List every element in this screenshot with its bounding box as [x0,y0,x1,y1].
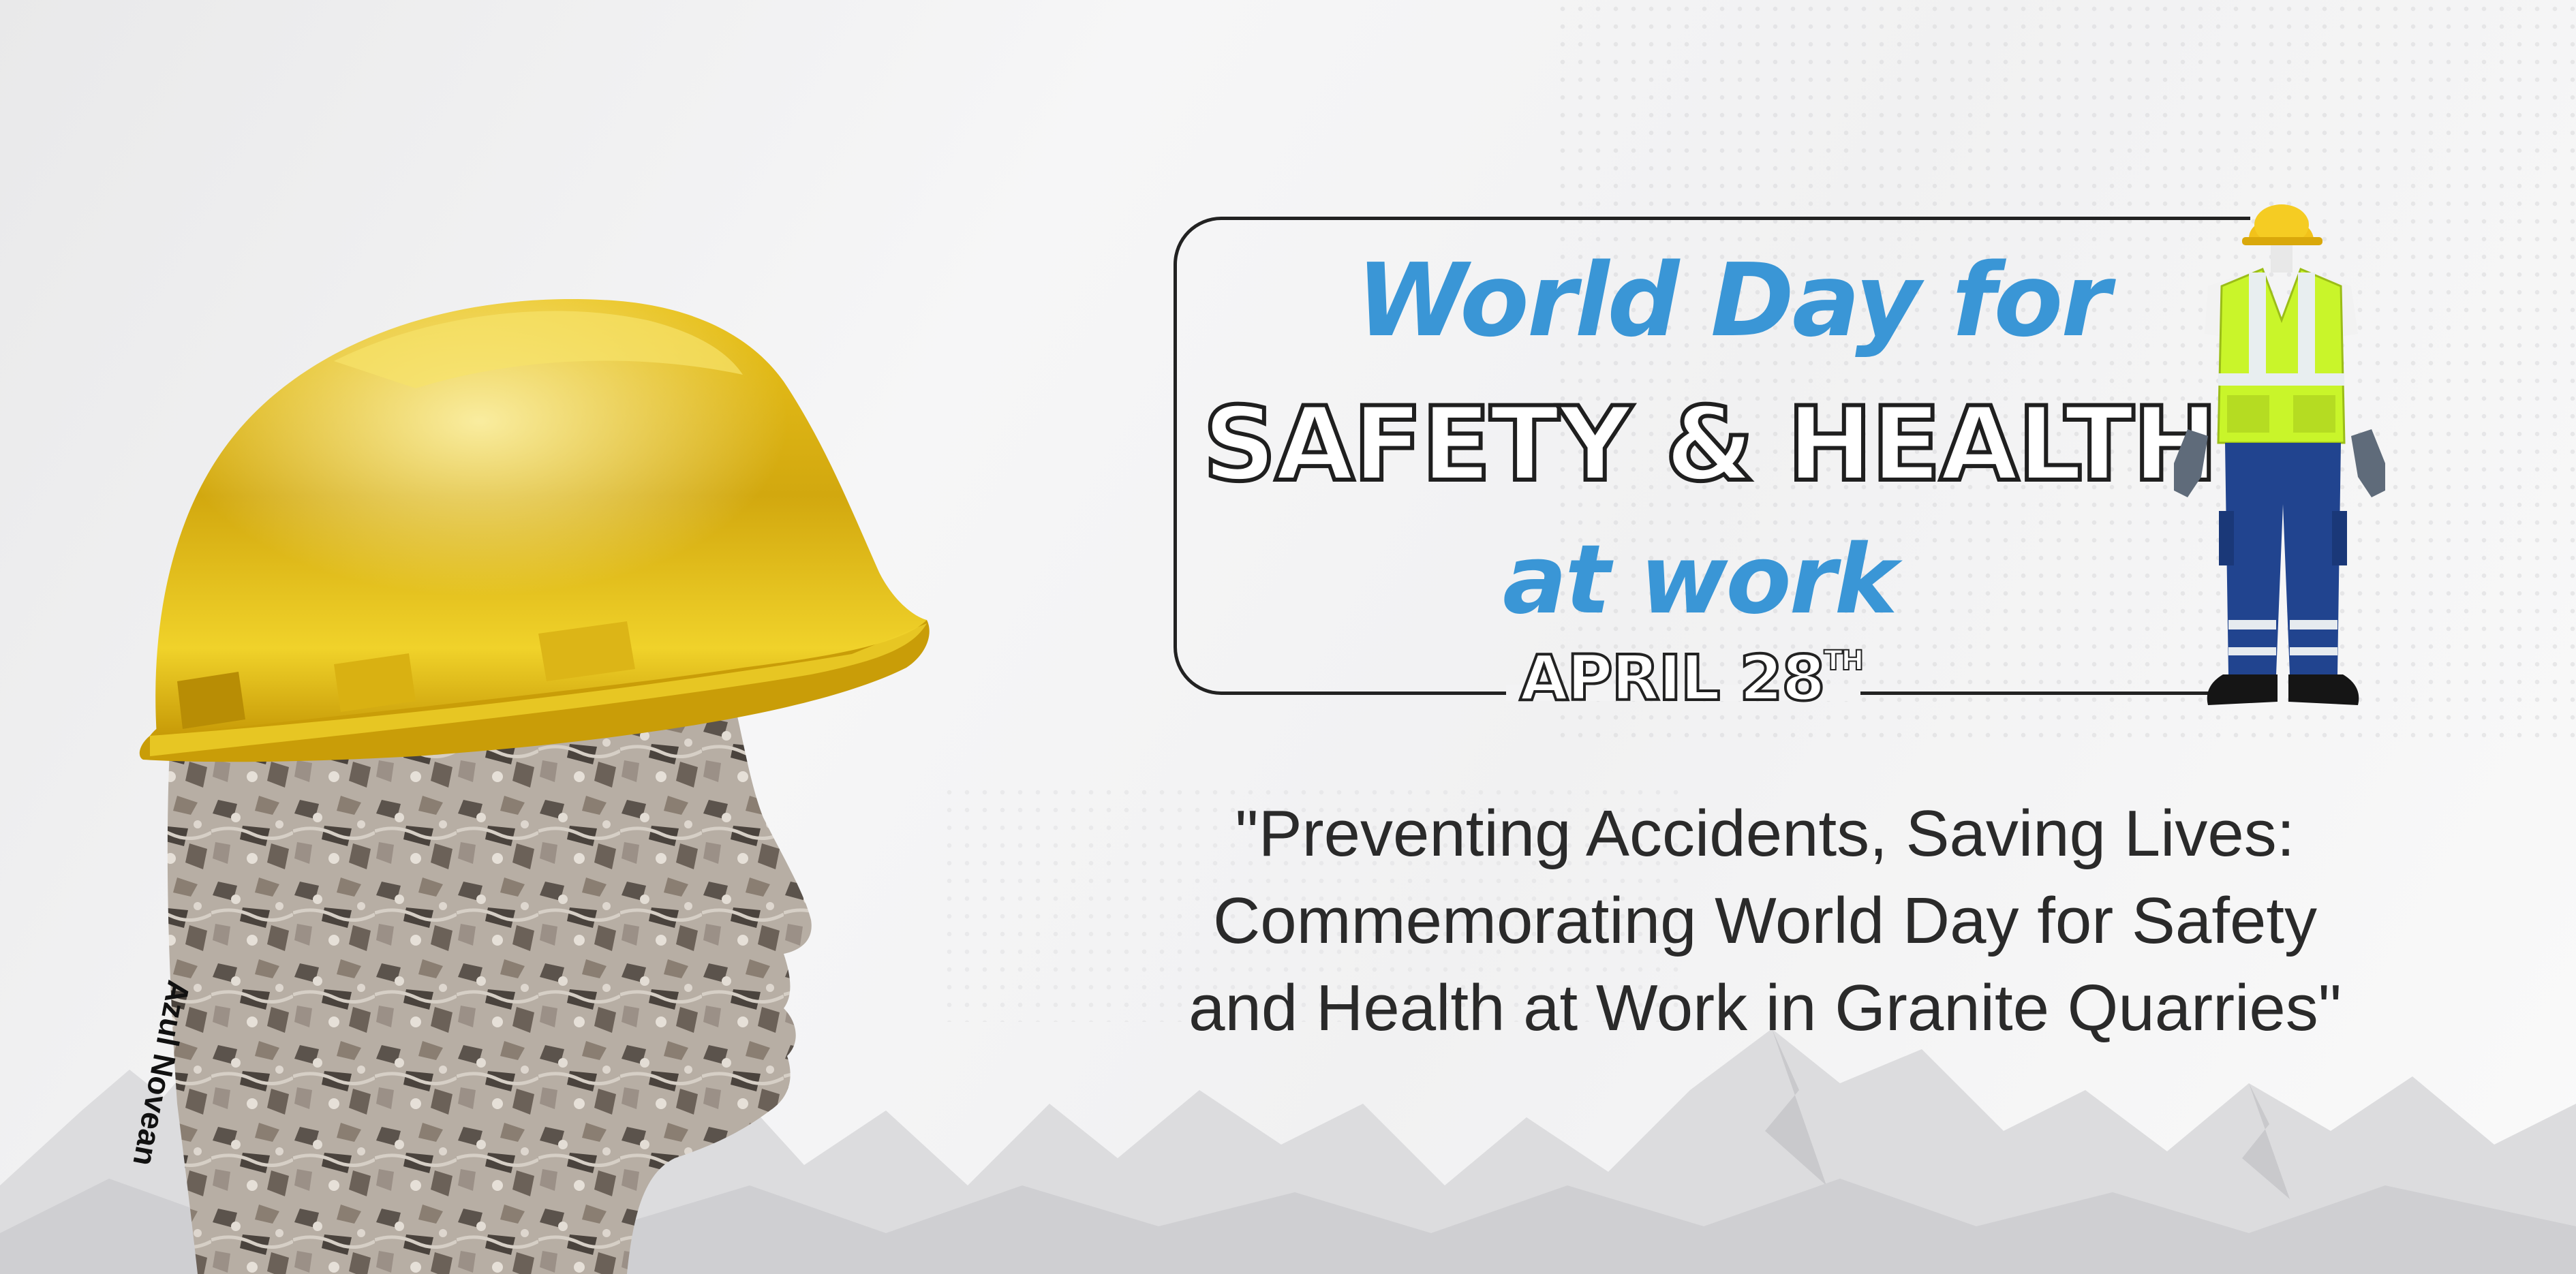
event-date-main: APRIL 28 [1518,642,1826,715]
safety-uniform-icon [2174,204,2385,705]
title-line-2: SAFETY & HEALTH [1201,386,2220,504]
quote-line-2: Commemorating World Day for Safety [1212,884,2318,957]
granite-head-silhouette-icon [139,299,930,1274]
event-date-suffix: TH [1823,645,1865,677]
title-line-1: World Day for [1356,242,2111,359]
quote-line-3: and Health at Work in Granite Quarries" [1189,972,2342,1044]
event-date: APRIL 28TH [1518,645,1865,711]
banner: Azul Novean World Day for SAFETY & HEALT… [0,0,2576,1274]
title-line-3: at work [1503,525,1898,636]
quote-line-1: "Preventing Accidents, Saving Lives: [1235,797,2295,870]
quote-text: "Preventing Accidents, Saving Lives: Com… [1118,790,2412,1052]
